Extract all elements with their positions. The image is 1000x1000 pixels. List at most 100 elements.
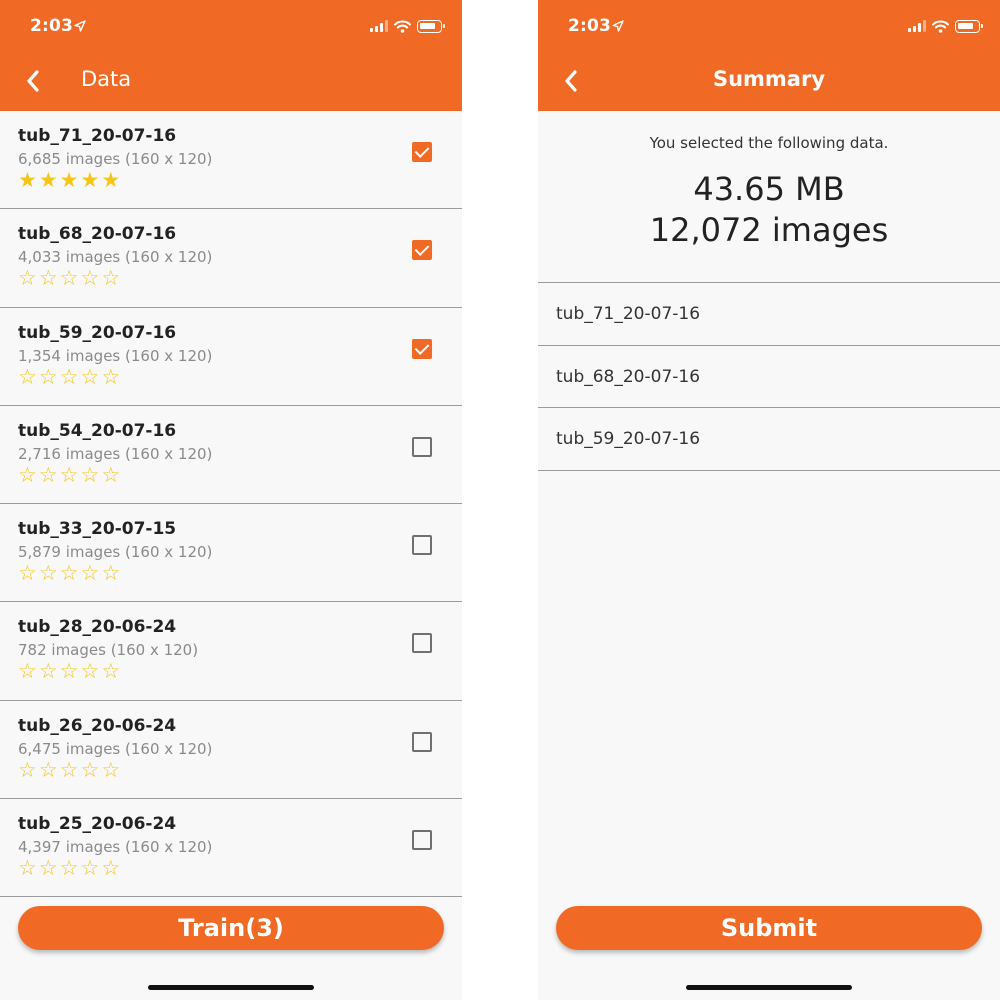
- total-size: 43.65 MB: [693, 170, 845, 208]
- rating-stars[interactable]: ☆ ☆ ☆ ☆ ☆: [18, 464, 120, 486]
- page-title: Summary: [712, 67, 826, 91]
- star-outline-icon[interactable]: ☆: [39, 660, 58, 682]
- selected-item: tub_68_20-07-16: [538, 346, 1000, 408]
- nav-bar: 2:03 Summary: [538, 0, 1000, 111]
- rating-stars[interactable]: ☆ ☆ ☆ ☆ ☆: [18, 267, 120, 289]
- list-item[interactable]: tub_25_20-06-24 4,397 images (160 x 120) ☆…: [0, 799, 462, 898]
- star-outline-icon[interactable]: ☆: [39, 366, 58, 388]
- selected-item-name: tub_68_20-07-16: [556, 366, 701, 387]
- list-item[interactable]: tub_28_20-06-24 782 images (160 x 120) ☆ ☆ ☆…: [0, 602, 462, 701]
- star-outline-icon[interactable]: ☆: [18, 759, 37, 781]
- star-filled-icon[interactable]: ★: [80, 169, 99, 191]
- star-outline-icon[interactable]: ☆: [101, 464, 120, 486]
- star-outline-icon[interactable]: ☆: [60, 562, 79, 584]
- checkbox-unchecked[interactable]: [412, 436, 432, 457]
- star-outline-icon[interactable]: ☆: [39, 857, 58, 879]
- star-outline-icon[interactable]: ☆: [60, 464, 79, 486]
- rating-stars[interactable]: ☆ ☆ ☆ ☆ ☆: [18, 562, 120, 584]
- item-meta: 6,685 images (160 x 120): [18, 150, 213, 168]
- star-outline-icon[interactable]: ☆: [60, 267, 79, 289]
- item-meta: 4,397 images (160 x 120): [18, 838, 213, 857]
- star-outline-icon[interactable]: ☆: [101, 857, 120, 879]
- status-time: 2:03: [30, 16, 74, 36]
- star-outline-icon[interactable]: ☆: [39, 267, 58, 289]
- star-outline-icon[interactable]: ☆: [39, 759, 58, 781]
- checkbox-unchecked[interactable]: [412, 731, 432, 752]
- star-outline-icon[interactable]: ☆: [39, 562, 58, 584]
- star-outline-icon[interactable]: ☆: [101, 660, 120, 682]
- rating-stars[interactable]: ☆ ☆ ☆ ☆ ☆: [18, 857, 120, 879]
- checkbox-checked[interactable]: [412, 240, 432, 261]
- checkbox-unchecked[interactable]: [412, 830, 432, 851]
- star-outline-icon[interactable]: ☆: [18, 366, 37, 388]
- rating-stars[interactable]: ★ ★ ★ ★ ★: [18, 169, 120, 191]
- star-outline-icon[interactable]: ☆: [60, 366, 79, 388]
- total-images: 12,072 images: [649, 211, 889, 249]
- item-name: tub_54_20-07-16: [18, 420, 177, 441]
- train-button[interactable]: Train(3): [18, 906, 444, 950]
- star-outline-icon[interactable]: ☆: [39, 464, 58, 486]
- item-name: tub_68_20-07-16: [18, 224, 177, 245]
- chevron-left-icon: [27, 70, 39, 92]
- checkbox-checked[interactable]: [412, 142, 432, 162]
- selected-list: tub_71_20-07-16 tub_68_20-07-16 tub_59_20-…: [538, 282, 1000, 471]
- summary-screen: 2:03 Summary You selected the following …: [538, 0, 1000, 1000]
- item-meta: 6,475 images (160 x 120): [18, 739, 213, 758]
- star-outline-icon[interactable]: ☆: [80, 267, 99, 289]
- star-outline-icon[interactable]: ☆: [80, 857, 99, 879]
- star-outline-icon[interactable]: ☆: [80, 759, 99, 781]
- star-outline-icon[interactable]: ☆: [80, 660, 99, 682]
- checkbox-unchecked[interactable]: [412, 535, 432, 556]
- data-screen: 2:03 Data tub_71_20-07-16 6,685 images (1…: [0, 0, 462, 1000]
- list-item[interactable]: tub_68_20-07-16 4,033 images (160 x 120) ☆…: [0, 209, 462, 308]
- star-outline-icon[interactable]: ☆: [80, 562, 99, 584]
- star-outline-icon[interactable]: ☆: [80, 464, 99, 486]
- home-indicator[interactable]: [686, 985, 852, 990]
- rating-stars[interactable]: ☆ ☆ ☆ ☆ ☆: [18, 759, 120, 781]
- star-outline-icon[interactable]: ☆: [60, 857, 79, 879]
- item-name: tub_71_20-07-16: [18, 126, 177, 146]
- star-outline-icon[interactable]: ☆: [18, 562, 37, 584]
- location-arrow-icon: [612, 20, 624, 32]
- star-outline-icon[interactable]: ☆: [101, 562, 120, 584]
- star-outline-icon[interactable]: ☆: [18, 464, 37, 486]
- checkbox-checked[interactable]: [412, 338, 432, 359]
- star-outline-icon[interactable]: ☆: [18, 267, 37, 289]
- star-outline-icon[interactable]: ☆: [101, 267, 120, 289]
- star-outline-icon[interactable]: ☆: [101, 759, 120, 781]
- star-outline-icon[interactable]: ☆: [18, 857, 37, 879]
- list-item[interactable]: tub_26_20-06-24 6,475 images (160 x 120) ☆…: [0, 701, 462, 800]
- star-outline-icon[interactable]: ☆: [18, 660, 37, 682]
- star-outline-icon[interactable]: ☆: [60, 660, 79, 682]
- item-meta: 1,354 images (160 x 120): [18, 346, 213, 365]
- rating-stars[interactable]: ☆ ☆ ☆ ☆ ☆: [18, 660, 120, 682]
- selected-item: tub_59_20-07-16: [538, 408, 1000, 471]
- submit-button[interactable]: Submit: [556, 906, 982, 950]
- item-name: tub_28_20-06-24: [18, 617, 177, 638]
- star-filled-icon[interactable]: ★: [18, 169, 37, 191]
- location-arrow-icon: [74, 20, 86, 32]
- back-button[interactable]: [18, 64, 48, 98]
- cellular-signal-icon: [908, 20, 926, 32]
- checkbox-unchecked[interactable]: [412, 633, 432, 654]
- list-item[interactable]: tub_71_20-07-16 6,685 images (160 x 120) ★…: [0, 111, 462, 210]
- star-outline-icon[interactable]: ☆: [101, 366, 120, 388]
- cellular-signal-icon: [370, 20, 388, 32]
- item-meta: 2,716 images (160 x 120): [18, 444, 213, 463]
- star-filled-icon[interactable]: ★: [39, 169, 58, 191]
- status-icons: [370, 18, 445, 34]
- list-item[interactable]: tub_33_20-07-15 5,879 images (160 x 120) ☆…: [0, 504, 462, 603]
- item-meta: 782 images (160 x 120): [18, 641, 199, 660]
- nav-bar: 2:03 Data: [0, 0, 462, 111]
- home-indicator[interactable]: [148, 985, 314, 990]
- status-icons: [908, 18, 983, 34]
- star-filled-icon[interactable]: ★: [60, 169, 79, 191]
- star-outline-icon[interactable]: ☆: [60, 759, 79, 781]
- star-outline-icon[interactable]: ☆: [80, 366, 99, 388]
- rating-stars[interactable]: ☆ ☆ ☆ ☆ ☆: [18, 366, 120, 388]
- item-name: tub_25_20-06-24: [18, 814, 177, 835]
- list-item[interactable]: tub_59_20-07-16 1,354 images (160 x 120) ☆…: [0, 308, 462, 406]
- item-name: tub_26_20-06-24: [18, 715, 177, 736]
- star-filled-icon[interactable]: ★: [101, 169, 120, 191]
- list-item[interactable]: tub_54_20-07-16 2,716 images (160 x 120) ☆…: [0, 406, 462, 505]
